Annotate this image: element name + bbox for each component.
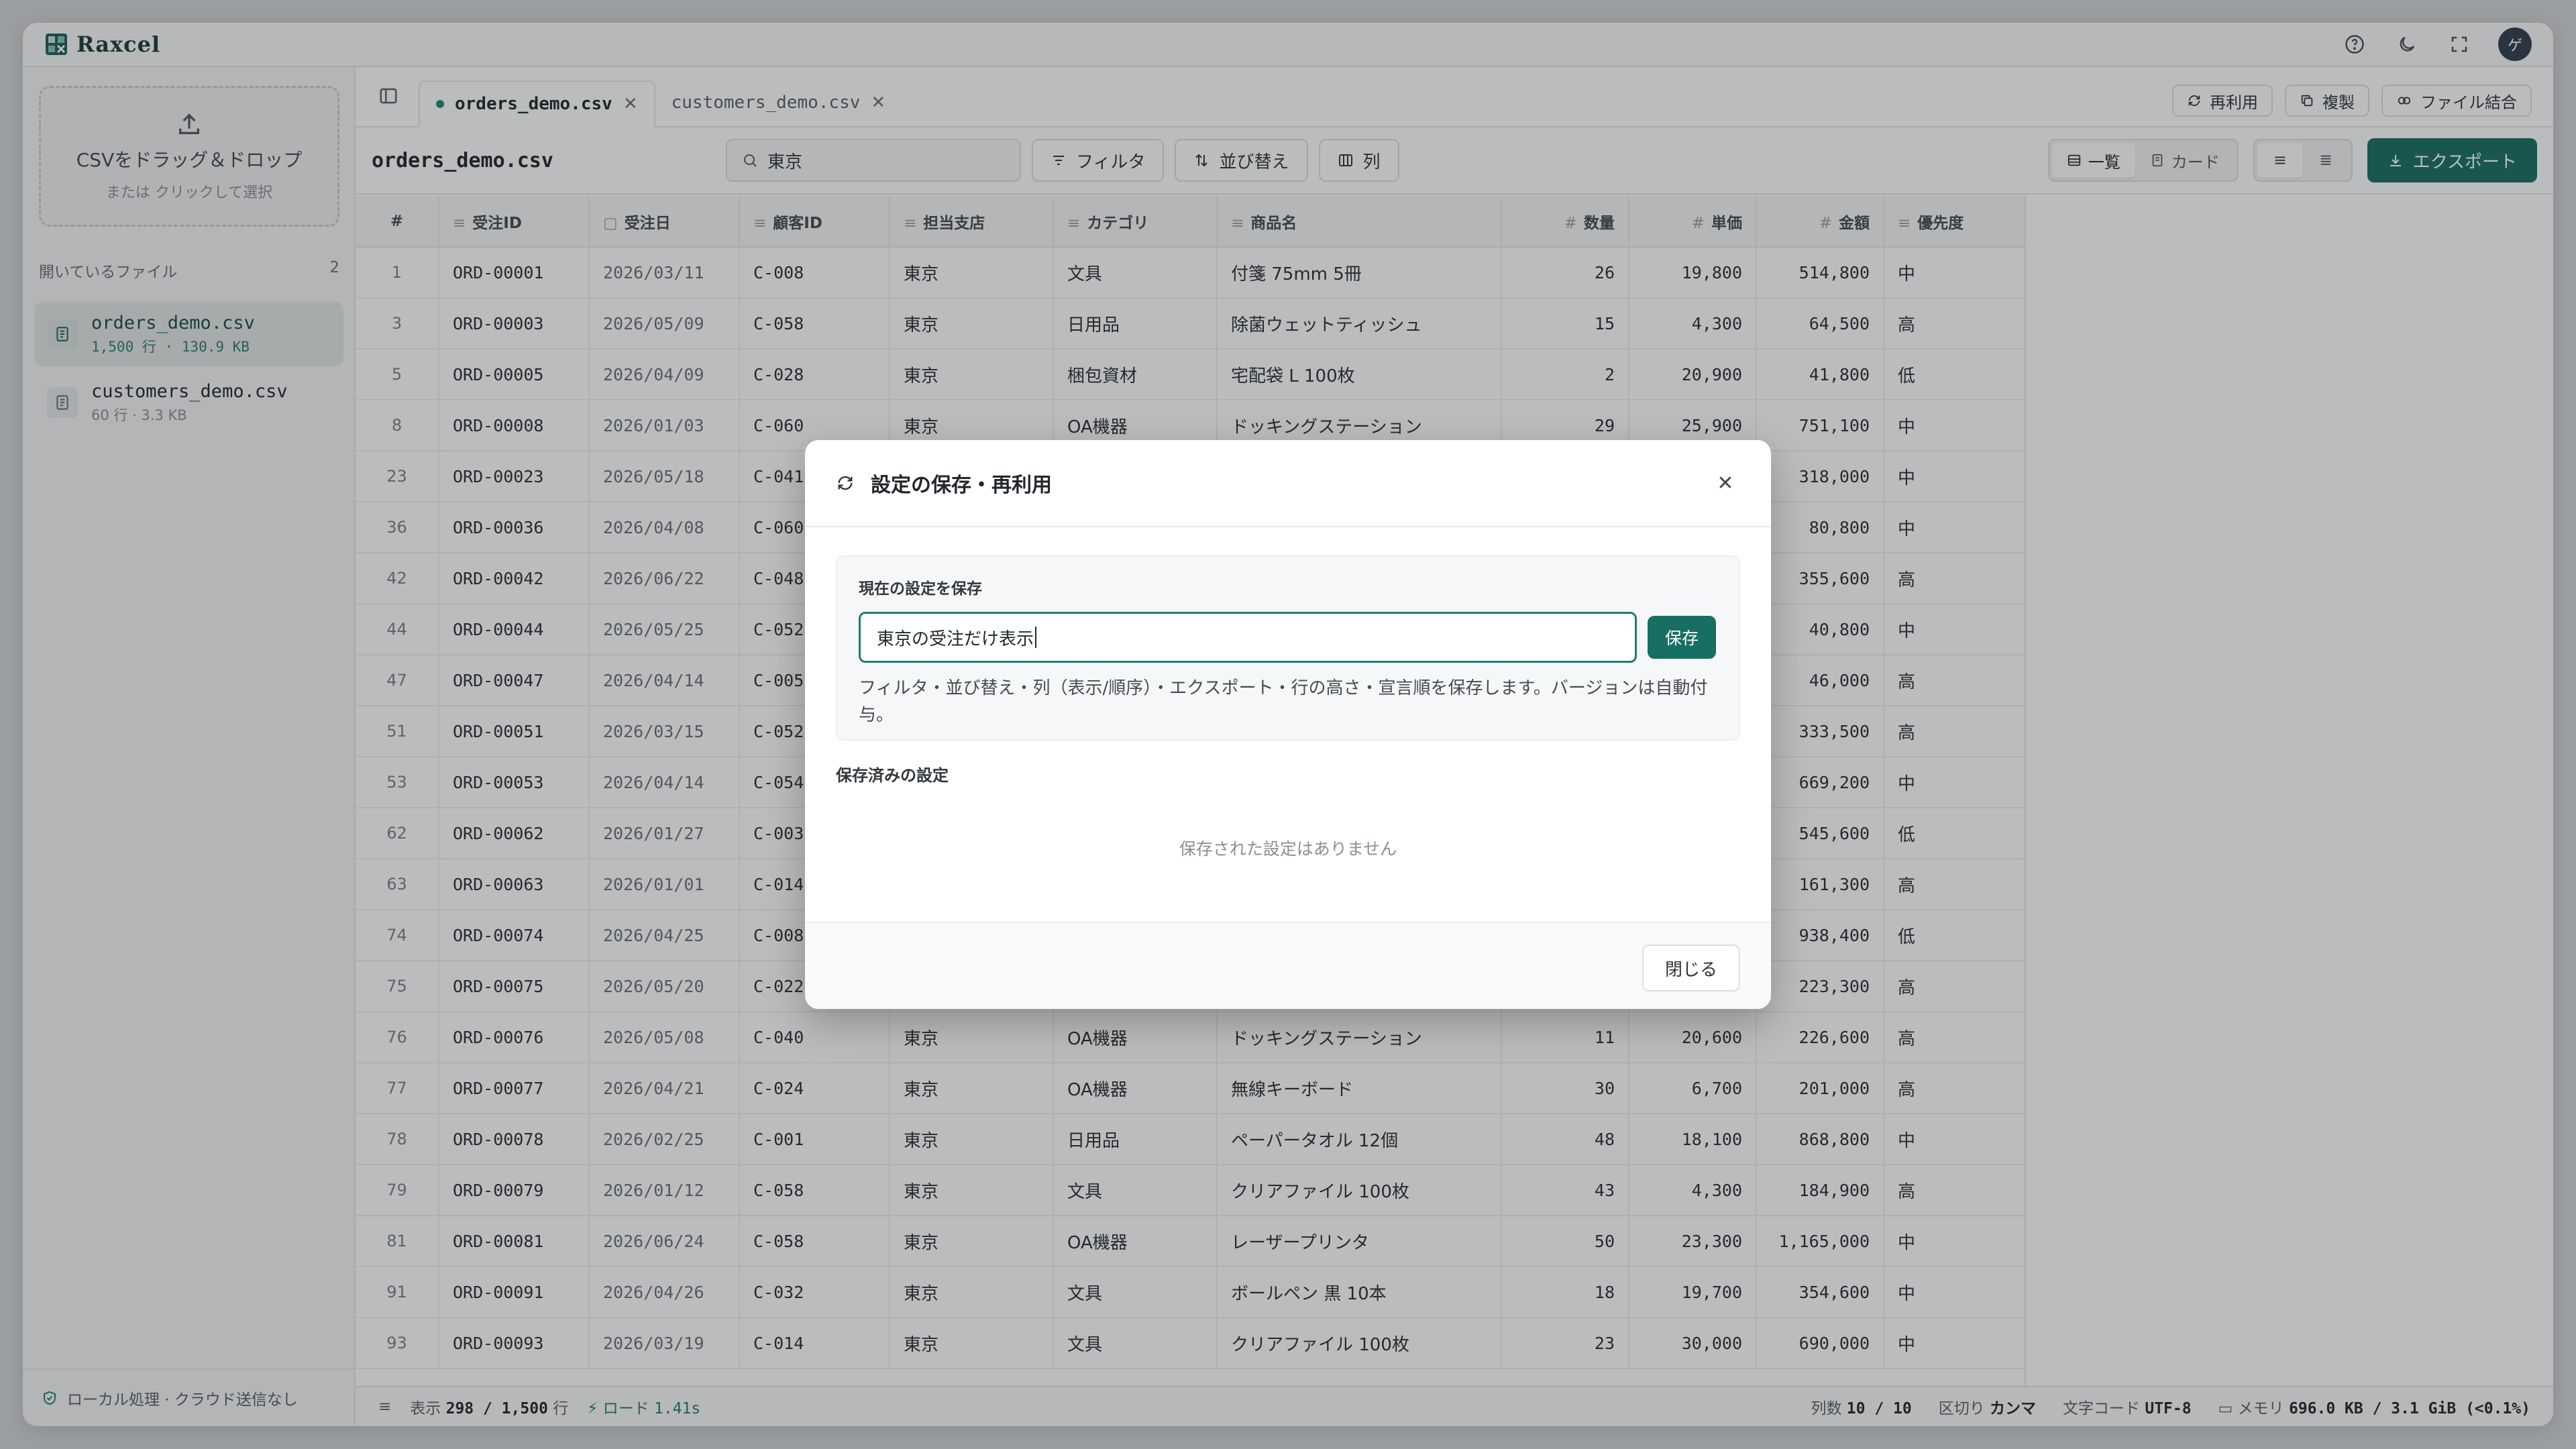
save-current-panel: 現在の設定を保存 東京の受注だけ表示 保存 フィルタ・並び替え・列（表示/順序）… (836, 555, 1740, 741)
text-caret (1035, 627, 1037, 648)
dialog-title: 設定の保存・再利用 (871, 474, 1052, 497)
empty-saved-message: 保存された設定はありません (1179, 839, 1397, 859)
save-help-text: フィルタ・並び替え・列（表示/順序）・エクスポート・行の高さ・宣言順を保存します… (859, 678, 1708, 725)
dialog-header: 設定の保存・再利用 ✕ (805, 440, 1771, 527)
save-button[interactable]: 保存 (1648, 616, 1717, 659)
setting-name-value: 東京の受注だけ表示 (877, 629, 1034, 649)
close-icon[interactable]: ✕ (1711, 468, 1740, 498)
setting-name-input[interactable]: 東京の受注だけ表示 (859, 612, 1637, 663)
refresh-icon (838, 476, 853, 490)
saved-section-title: 保存済みの設定 (836, 766, 949, 785)
save-settings-dialog: 設定の保存・再利用 ✕ 現在の設定を保存 東京の受注だけ表示 保存 フィルタ・並… (805, 440, 1771, 1009)
save-section-title: 現在の設定を保存 (859, 580, 982, 598)
dialog-footer: 閉じる (805, 922, 1771, 1009)
close-button[interactable]: 閉じる (1642, 945, 1740, 991)
